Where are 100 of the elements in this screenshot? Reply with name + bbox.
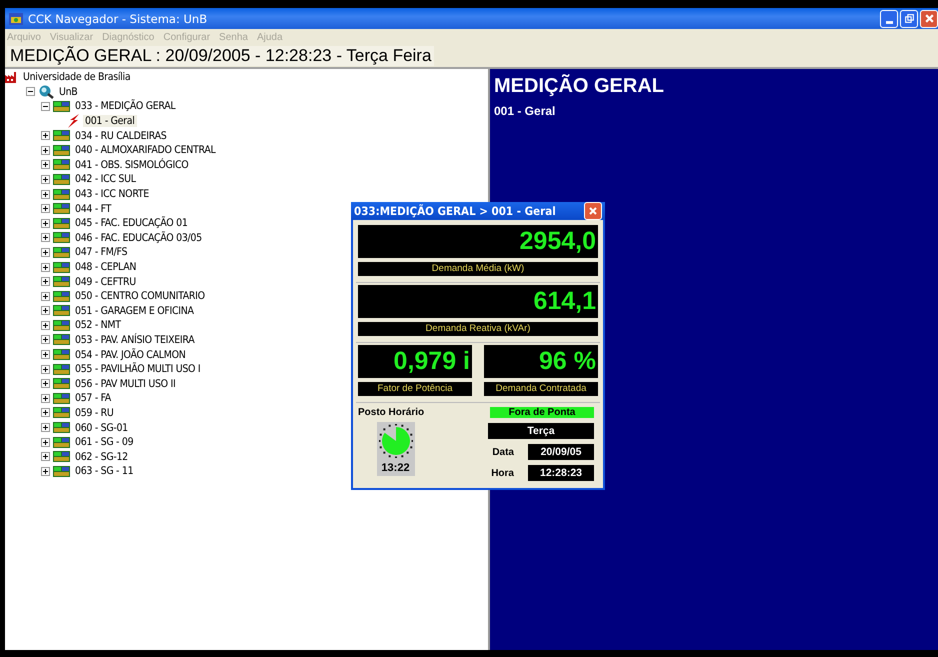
tree-item[interactable]: 056 - PAV MULTI USO II <box>73 378 178 390</box>
collapse-icon[interactable] <box>41 102 50 111</box>
close-icon <box>588 206 598 216</box>
tree-item[interactable]: 053 - PAV. ANÍSIO TEIXEIRA <box>73 334 196 346</box>
close-button[interactable] <box>584 202 602 220</box>
expand-icon[interactable] <box>41 350 50 360</box>
field-label: Data <box>492 446 514 458</box>
expand-icon[interactable] <box>41 204 50 214</box>
tree-item[interactable]: 049 - CEFTRU <box>73 276 138 288</box>
tree-item[interactable]: UnB <box>57 86 80 98</box>
expand-icon[interactable] <box>41 131 50 140</box>
tree-item[interactable]: 063 - SG - 11 <box>73 465 136 478</box>
panel-icon <box>53 232 70 244</box>
tree-item[interactable]: 059 - RU <box>73 406 116 419</box>
tree-item[interactable]: 048 - CEPLAN <box>73 261 138 274</box>
tree-item[interactable]: 041 - OBS. SISMOLÓGICO <box>73 158 190 171</box>
restore-button[interactable] <box>900 10 918 28</box>
reading-display: 614,1 <box>358 285 598 318</box>
app-icon <box>8 10 24 26</box>
panel-icon <box>53 422 70 434</box>
panel-icon <box>53 100 70 112</box>
expand-icon[interactable] <box>41 190 50 199</box>
panel-icon <box>53 188 70 200</box>
panel-icon <box>53 451 70 462</box>
expand-icon[interactable] <box>41 394 50 403</box>
panel-icon <box>53 276 70 288</box>
tree-item[interactable]: 040 - ALMOXARIFADO CENTRAL <box>73 144 218 156</box>
expand-icon[interactable] <box>41 262 50 272</box>
expand-icon[interactable] <box>41 146 50 155</box>
expand-icon[interactable] <box>41 248 50 257</box>
tree-item[interactable]: 043 - ICC NORTE <box>73 188 151 200</box>
reading-label: Demanda Média (kW) <box>358 262 598 276</box>
reading-display: 0,979 i <box>358 345 472 378</box>
field-label: Hora <box>491 468 514 478</box>
panel-icon <box>53 218 70 229</box>
restore-icon <box>904 13 914 24</box>
header-text: MEDIÇÃO GERAL : 20/09/2005 - 12:28:23 - Terça Feira <box>7 46 434 66</box>
tree-item[interactable]: 034 - RU CALDEIRAS <box>73 130 168 142</box>
tree-item[interactable]: 061 - SG - 09 <box>73 436 136 448</box>
expand-icon[interactable] <box>41 423 50 432</box>
tree-item[interactable]: Universidade de Brasília <box>21 71 132 84</box>
expand-icon[interactable] <box>41 233 50 242</box>
expand-icon[interactable] <box>41 160 50 170</box>
window-title: CCK Navegador - Sistema: UnB <box>28 12 208 26</box>
reading-label: Demanda Contratada <box>484 382 598 396</box>
panel-icon <box>53 290 70 302</box>
expand-icon[interactable] <box>41 408 50 418</box>
tree-item[interactable]: 047 - FM/FS <box>73 246 130 258</box>
panel-icon <box>53 378 70 390</box>
minimize-icon <box>886 20 892 24</box>
panel-icon <box>53 174 70 185</box>
expand-icon[interactable] <box>41 364 50 374</box>
expand-icon[interactable] <box>41 379 50 388</box>
collapse-icon[interactable] <box>26 87 35 96</box>
detail-subtitle: 001 - Geral <box>494 104 556 118</box>
panel-icon <box>53 144 70 156</box>
expand-icon[interactable] <box>41 452 50 462</box>
tree-item[interactable]: 044 - FT <box>73 202 114 215</box>
tree-item[interactable]: 001 - Geral <box>83 115 137 128</box>
tree-item[interactable]: 054 - PAV. JOÃO CALMON <box>73 348 188 361</box>
tree-item[interactable]: 033 - MEDIÇÃO GERAL <box>73 100 178 112</box>
tree-item[interactable]: 055 - PAVILHÃO MULTI USO I <box>73 363 202 376</box>
panel-icon <box>53 159 70 170</box>
minimize-button[interactable] <box>880 10 898 28</box>
field-value: 20/09/05 <box>528 444 594 460</box>
reading-display: 96 % <box>484 345 598 378</box>
reading-label: Fator de Potência <box>358 382 472 396</box>
expand-icon[interactable] <box>41 335 50 344</box>
expand-icon[interactable] <box>41 306 50 316</box>
panel-icon <box>53 320 70 331</box>
panel-icon <box>53 262 70 273</box>
panel-icon <box>53 130 70 142</box>
expand-icon[interactable] <box>41 174 50 184</box>
panel-icon <box>53 364 70 375</box>
panel-icon <box>53 466 70 477</box>
tree-item[interactable]: 051 - GARAGEM E OFICINA <box>73 304 196 317</box>
panel-icon <box>53 305 70 316</box>
detail-title: MEDIÇÃO GERAL <box>494 75 665 98</box>
expand-icon[interactable] <box>41 218 50 228</box>
tree-item[interactable]: 060 - SG-01 <box>73 422 130 434</box>
tree-item[interactable]: 042 - ICC SUL <box>73 173 138 186</box>
panel-icon <box>53 407 70 418</box>
tree-item[interactable]: 045 - FAC. EDUCAÇÃO 01 <box>73 217 190 230</box>
expand-icon[interactable] <box>41 438 50 447</box>
close-button[interactable] <box>920 10 938 28</box>
panel-icon <box>53 349 70 360</box>
posto-label: Posto Horário <box>358 407 424 418</box>
popup-title: 033:MEDIÇÃO GERAL > 001 - Geral <box>354 204 557 218</box>
expand-icon[interactable] <box>41 277 50 286</box>
tree-item[interactable]: 052 - NMT <box>73 319 123 332</box>
field-value: 12:28:23 <box>528 465 594 481</box>
tree-item[interactable]: 057 - FA <box>73 392 113 404</box>
tree-item[interactable]: 062 - SG-12 <box>73 450 130 463</box>
expand-icon[interactable] <box>41 466 50 476</box>
panel-icon <box>53 246 70 258</box>
expand-icon[interactable] <box>41 292 50 301</box>
expand-icon[interactable] <box>41 320 50 330</box>
day-display: Terça <box>488 423 594 439</box>
tree-item[interactable]: 050 - CENTRO COMUNITARIO <box>73 290 207 302</box>
tree-item[interactable]: 046 - FAC. EDUCAÇÃO 03/05 <box>73 232 204 244</box>
